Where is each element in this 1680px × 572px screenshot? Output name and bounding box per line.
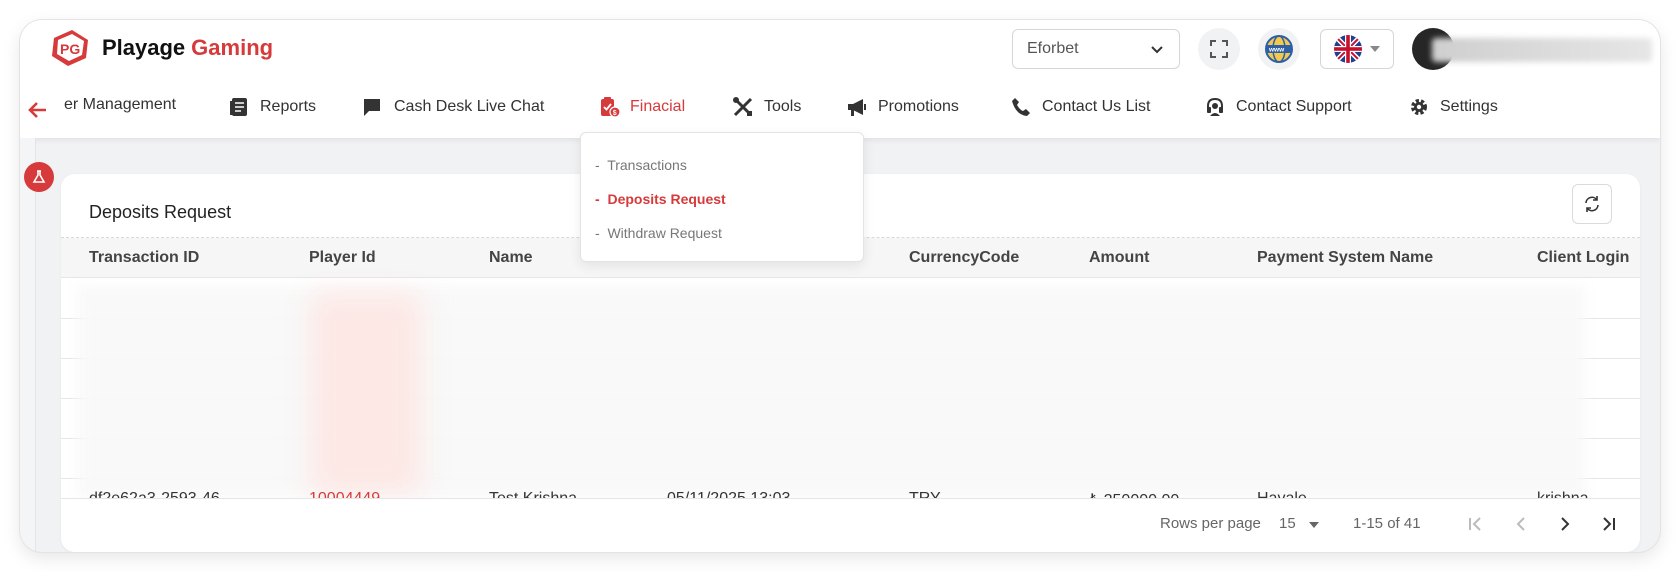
next-page-icon[interactable] — [1553, 512, 1577, 536]
dropdown-item-label: Transactions — [607, 157, 687, 173]
column-header[interactable]: Amount — [1089, 249, 1149, 267]
dropdown-item-transactions[interactable]: - Transactions — [595, 157, 687, 173]
prev-page-icon[interactable] — [1509, 512, 1533, 536]
nav-item-label: Reports — [260, 98, 317, 115]
column-header[interactable]: Transaction ID — [89, 249, 199, 267]
dropdown-item-label: Withdraw Request — [607, 225, 722, 241]
nav-item-label: Tools — [764, 98, 802, 115]
nav-item-label: Contact Us List — [1042, 98, 1151, 115]
nav-item-label: Finacial — [630, 98, 686, 115]
flask-icon — [32, 170, 46, 183]
nav-item-label: Cash Desk Live Chat — [394, 98, 545, 115]
card-title: Deposits Request — [89, 202, 232, 222]
nav-item-label: er Management — [64, 96, 177, 113]
chat-icon — [364, 99, 380, 116]
nav-item-label: Settings — [1440, 98, 1498, 115]
phone-icon — [1012, 98, 1030, 116]
dropdown-item-label: Deposits Request — [607, 191, 726, 207]
megaphone-icon — [848, 99, 866, 116]
main-nav: er Management Reports Cash Desk Live Cha… — [20, 84, 1660, 136]
rows-per-page-label: Rows per page — [1160, 515, 1261, 532]
fullscreen-button[interactable] — [1198, 28, 1240, 70]
reports-icon — [230, 98, 247, 116]
caret-down-icon — [1370, 46, 1380, 52]
tools-icon — [733, 97, 753, 117]
language-select[interactable] — [1320, 29, 1394, 69]
fullscreen-icon — [1210, 40, 1228, 58]
site-select[interactable]: Eforbet — [1012, 29, 1180, 69]
side-rail — [20, 138, 36, 552]
column-header[interactable]: Payment System Name — [1257, 249, 1433, 267]
nav-item-tools[interactable]: Tools — [732, 96, 801, 118]
financial-clipboard-icon: $ — [601, 97, 620, 118]
nav-item-user-management[interactable]: er Management — [64, 96, 176, 114]
username-redacted — [1432, 38, 1652, 62]
nav-item-reports[interactable]: Reports — [228, 96, 316, 118]
arrow-left-icon[interactable] — [26, 98, 50, 122]
chevron-down-icon — [1151, 46, 1163, 54]
headset-icon — [1207, 97, 1223, 116]
site-select-value: Eforbet — [1027, 40, 1079, 57]
column-header[interactable]: Name — [489, 249, 533, 267]
caret-down-icon[interactable] — [1309, 522, 1319, 528]
nav-item-label: Contact Support — [1236, 98, 1352, 115]
svg-text:www: www — [1268, 47, 1285, 54]
refresh-button[interactable] — [1572, 184, 1612, 224]
flask-button[interactable] — [24, 162, 54, 192]
uk-flag-icon — [1334, 35, 1362, 63]
nav-item-financial[interactable]: $ Finacial — [598, 96, 685, 118]
column-header[interactable]: CurrencyCode — [909, 249, 1019, 267]
brand-word-1: Playage — [102, 35, 186, 60]
column-header[interactable]: Client Login — [1537, 249, 1629, 267]
nav-item-promotions[interactable]: Promotions — [846, 96, 959, 118]
dropdown-item-deposits-request[interactable]: - Deposits Request — [595, 191, 726, 207]
page-range: 1-15 of 41 — [1353, 515, 1421, 532]
brand-name: Playage Gaming — [102, 35, 273, 61]
top-header: PG Playage Gaming Eforbet www er Managem… — [20, 20, 1660, 138]
nav-item-label: Promotions — [878, 98, 959, 115]
gear-icon — [1411, 99, 1427, 115]
redacted-player-ids — [311, 294, 421, 494]
dropdown-item-withdraw-request[interactable]: - Withdraw Request — [595, 225, 722, 241]
nav-item-settings[interactable]: Settings — [1408, 96, 1498, 118]
rows-per-page-select[interactable]: 15 — [1279, 515, 1296, 532]
nav-item-contact-us-list[interactable]: Contact Us List — [1010, 96, 1150, 118]
app-window: PG Playage Gaming Eforbet www er Managem… — [20, 20, 1660, 552]
financial-dropdown: - Transactions - Deposits Request - With… — [580, 132, 864, 262]
website-button[interactable]: www — [1258, 28, 1300, 70]
pagination: Rows per page 15 1-15 of 41 — [61, 498, 1640, 552]
nav-item-cash-desk-live-chat[interactable]: Cash Desk Live Chat — [362, 96, 544, 118]
first-page-icon[interactable] — [1463, 512, 1487, 536]
column-header[interactable]: Player Id — [309, 249, 376, 267]
nav-item-contact-support[interactable]: Contact Support — [1204, 96, 1352, 118]
redacted-rows — [77, 286, 1585, 498]
brand-word-2: Gaming — [191, 35, 274, 60]
refresh-icon — [1585, 196, 1599, 212]
brand-logo[interactable]: PG Playage Gaming — [48, 28, 273, 68]
www-globe-icon: www — [1265, 35, 1293, 63]
last-page-icon[interactable] — [1597, 512, 1621, 536]
svg-text:$: $ — [613, 110, 617, 117]
svg-text:PG: PG — [60, 41, 80, 57]
playage-logo-icon: PG — [52, 30, 88, 66]
